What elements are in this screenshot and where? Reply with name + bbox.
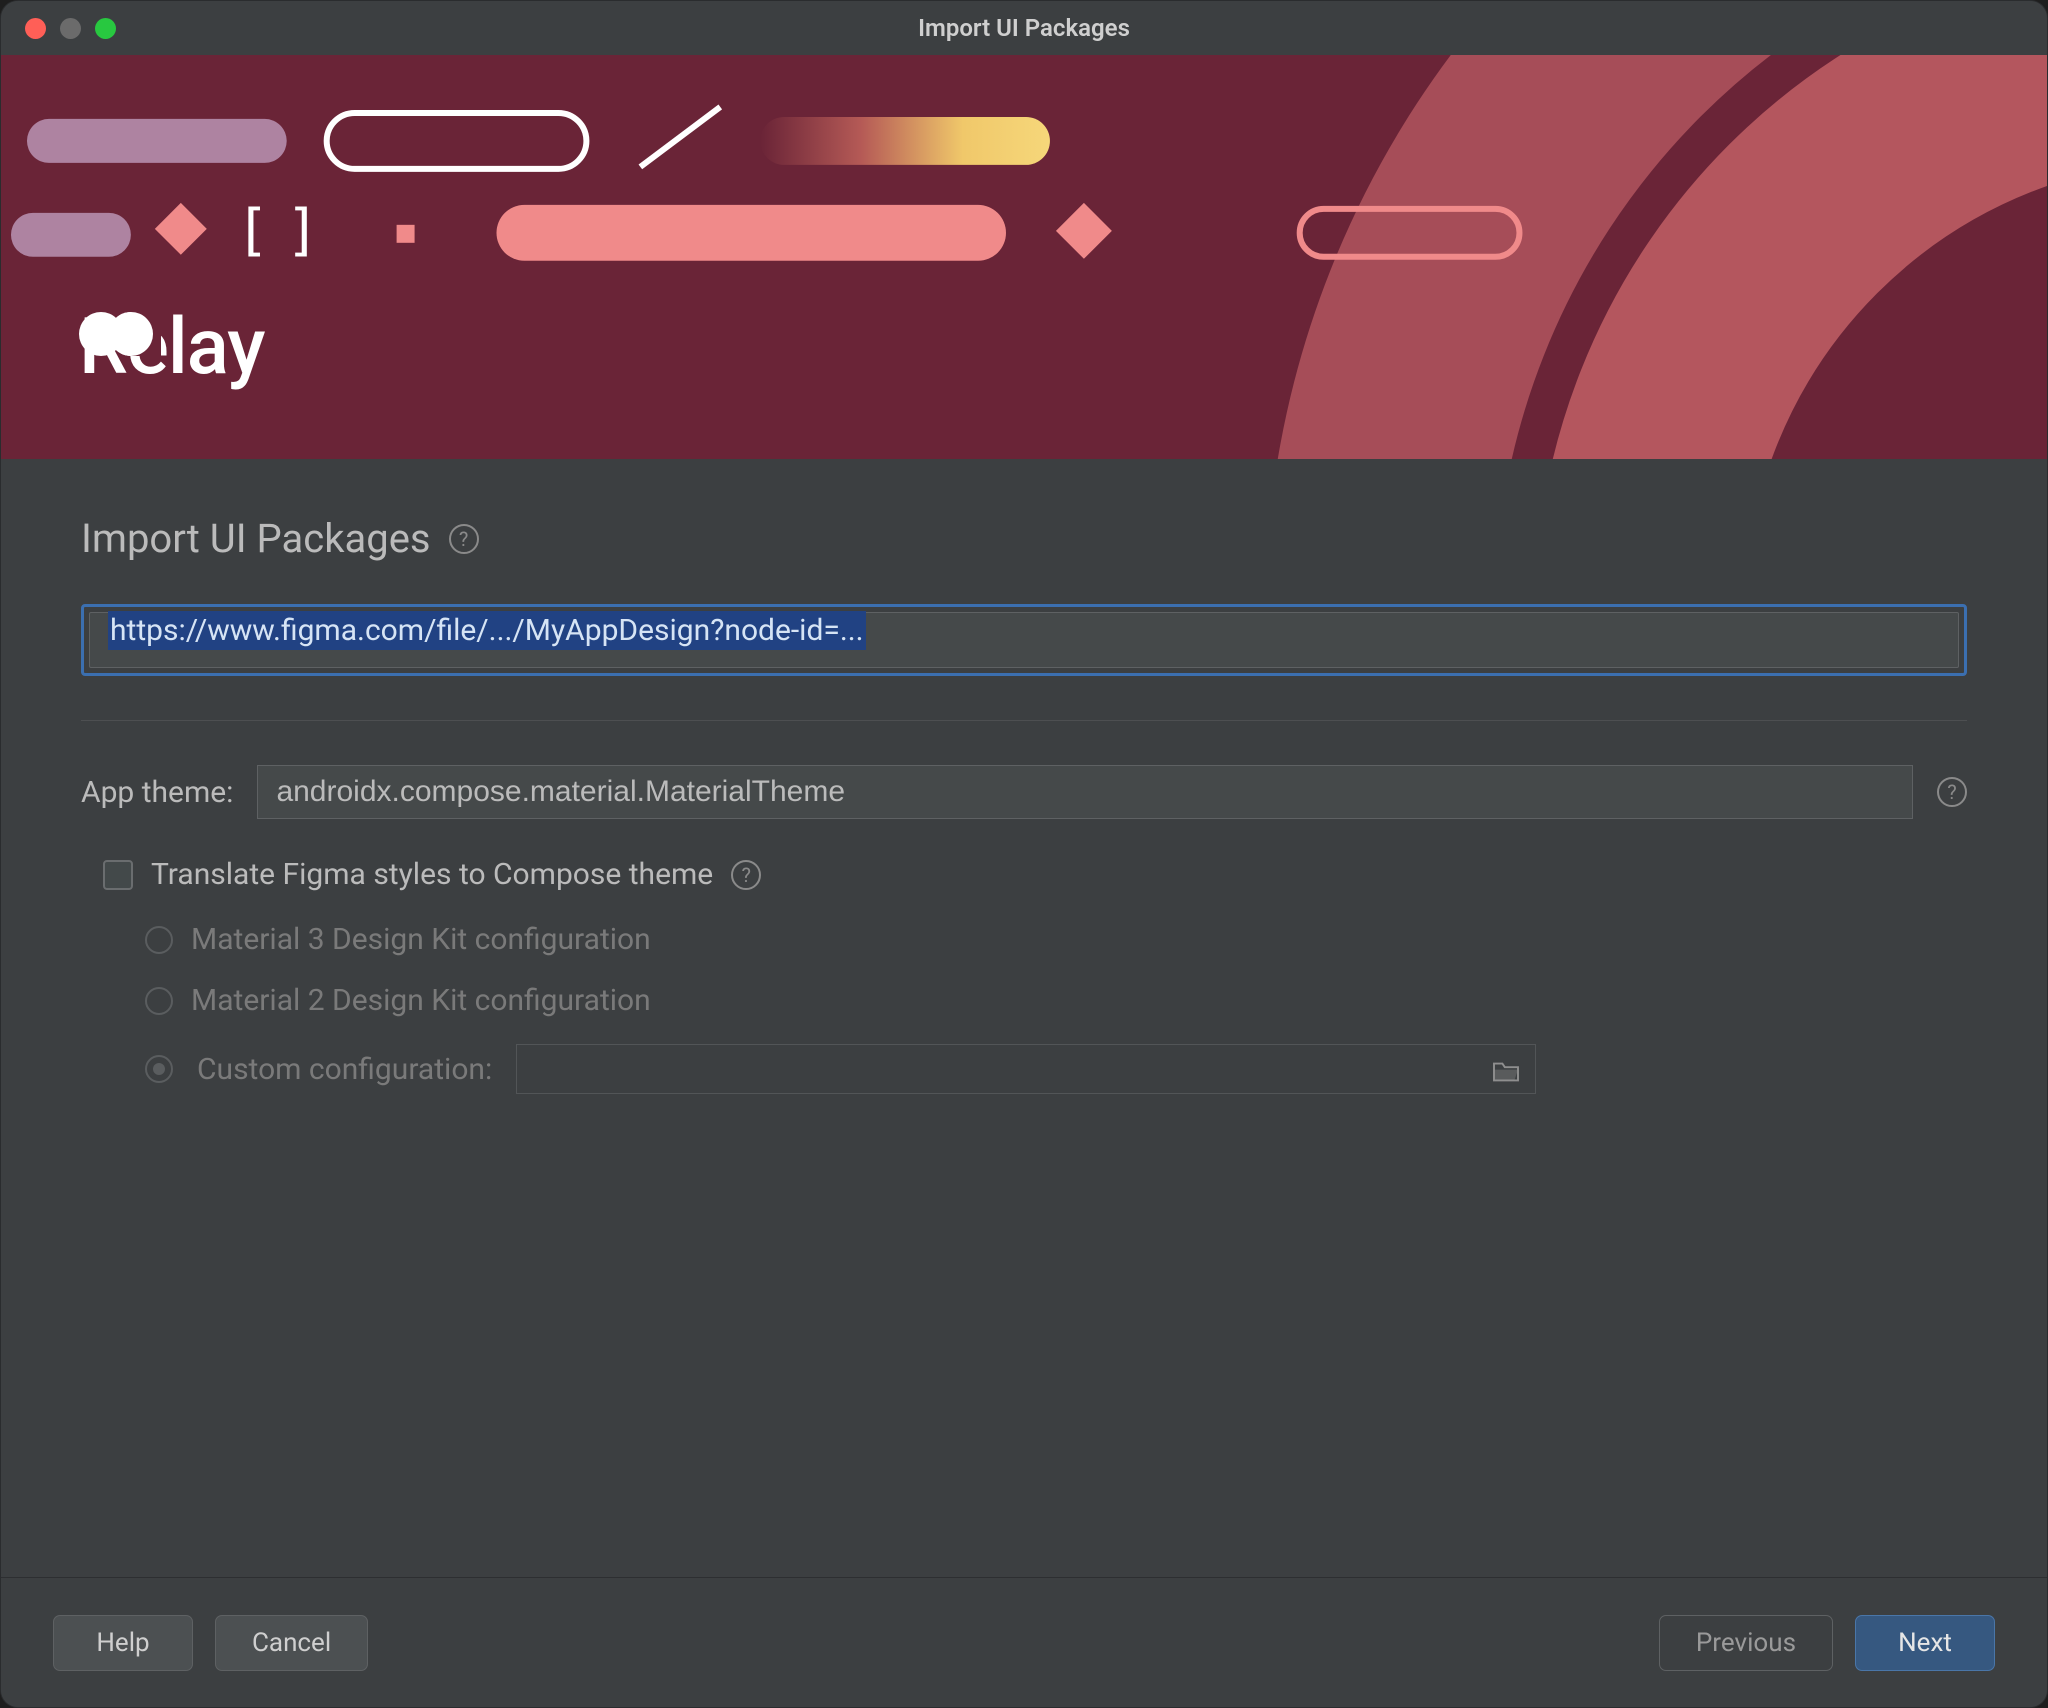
app-theme-help-icon[interactable]: ? [1937, 777, 1967, 807]
config-radio-group: Material 3 Design Kit configuration Mate… [145, 922, 1967, 1094]
figma-url-field-wrap: https://www.figma.com/file/.../MyAppDesi… [81, 604, 1967, 676]
content-area: Import UI Packages ? https://www.figma.c… [1, 459, 2047, 1577]
radio-material3[interactable] [145, 926, 173, 954]
figma-url-value: https://www.figma.com/file/.../MyAppDesi… [108, 611, 866, 650]
divider [81, 720, 1967, 721]
window-controls [25, 18, 116, 39]
radio-material2[interactable] [145, 987, 173, 1015]
help-button[interactable]: Help [53, 1615, 193, 1671]
previous-button[interactable]: Previous [1659, 1615, 1833, 1671]
app-theme-label: App theme: [81, 775, 233, 810]
window-title: Import UI Packages [1, 14, 2047, 42]
app-theme-input[interactable] [257, 765, 1913, 819]
translate-styles-help-icon[interactable]: ? [731, 860, 761, 890]
close-window-button[interactable] [25, 18, 46, 39]
page-heading: Import UI Packages [81, 515, 431, 562]
radio-material3-label: Material 3 Design Kit configuration [191, 922, 651, 957]
cancel-button[interactable]: Cancel [215, 1615, 368, 1671]
dialog-footer: Help Cancel Previous Next [1, 1577, 2047, 1707]
custom-config-path-input[interactable] [516, 1044, 1536, 1094]
titlebar: Import UI Packages [1, 1, 2047, 55]
banner: [ ] Relay [1, 55, 2047, 459]
folder-open-icon[interactable] [1491, 1057, 1521, 1081]
dialog-window: Import UI Packages [0, 0, 2048, 1708]
heading-help-icon[interactable]: ? [449, 524, 479, 554]
radio-custom-label: Custom configuration: [197, 1052, 492, 1087]
figma-url-input[interactable]: https://www.figma.com/file/.../MyAppDesi… [89, 612, 1959, 668]
zoom-window-button[interactable] [95, 18, 116, 39]
svg-text:[: [ [236, 198, 270, 263]
next-button[interactable]: Next [1855, 1615, 1995, 1671]
relay-logo: Relay [79, 302, 264, 393]
translate-styles-label: Translate Figma styles to Compose theme [151, 857, 713, 892]
radio-material2-label: Material 2 Design Kit configuration [191, 983, 651, 1018]
translate-styles-checkbox[interactable] [103, 860, 133, 890]
svg-text:]: ] [286, 198, 320, 263]
radio-custom[interactable] [145, 1055, 173, 1083]
minimize-window-button[interactable] [60, 18, 81, 39]
